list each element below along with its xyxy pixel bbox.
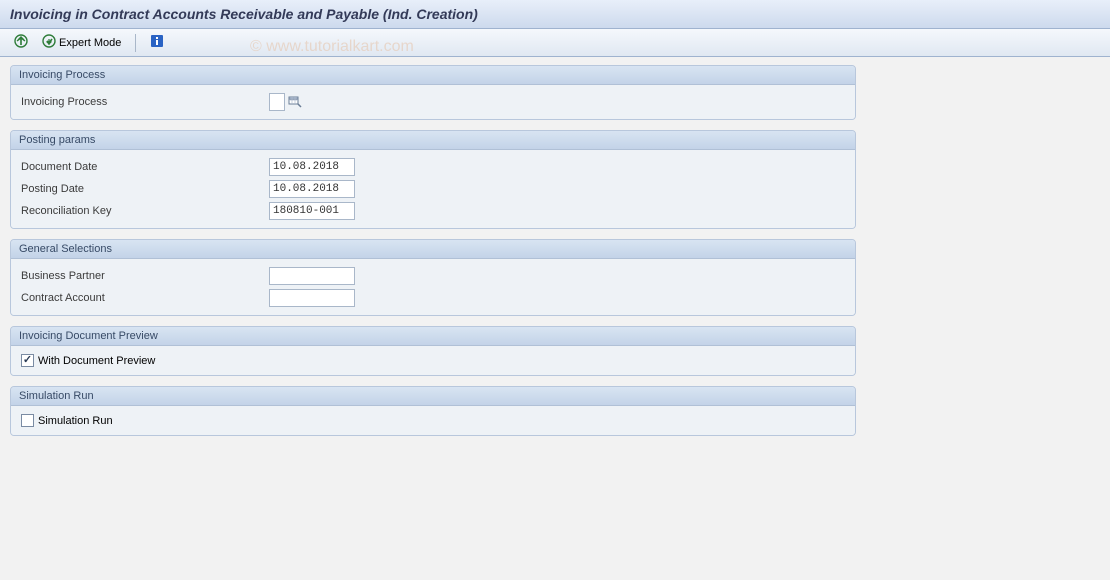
group-document-preview: Invoicing Document Preview With Document…: [10, 326, 856, 376]
group-header: Simulation Run: [11, 387, 855, 406]
group-header: Invoicing Process: [11, 66, 855, 85]
with-document-preview-checkbox[interactable]: [21, 354, 34, 367]
group-posting-params: Posting params Document Date Posting Dat…: [10, 130, 856, 229]
application-toolbar: Expert Mode: [0, 29, 1110, 57]
contract-account-input[interactable]: [269, 289, 355, 307]
document-date-label: Document Date: [19, 161, 269, 173]
execute-button[interactable]: [10, 31, 32, 54]
group-header: Posting params: [11, 131, 855, 150]
group-general-selections: General Selections Business Partner Cont…: [10, 239, 856, 316]
reconciliation-key-input[interactable]: [269, 202, 355, 220]
business-partner-label: Business Partner: [19, 270, 269, 282]
group-header: Invoicing Document Preview: [11, 327, 855, 346]
contract-account-label: Contract Account: [19, 292, 269, 304]
toolbar-separator: [135, 34, 136, 52]
expert-mode-button[interactable]: Expert Mode: [38, 31, 125, 54]
expert-mode-label: Expert Mode: [59, 37, 121, 49]
posting-date-input[interactable]: [269, 180, 355, 198]
field-row-invoicing-process: Invoicing Process: [19, 91, 847, 113]
invoicing-process-label: Invoicing Process: [19, 96, 269, 108]
page-title: Invoicing in Contract Accounts Receivabl…: [0, 0, 1110, 29]
with-document-preview-label: With Document Preview: [38, 355, 155, 367]
business-partner-input[interactable]: [269, 267, 355, 285]
matchcode-icon[interactable]: [287, 94, 303, 110]
group-header: General Selections: [11, 240, 855, 259]
posting-date-label: Posting Date: [19, 183, 269, 195]
expert-mode-icon: [42, 34, 56, 51]
simulation-run-checkbox[interactable]: [21, 414, 34, 427]
document-date-input[interactable]: [269, 158, 355, 176]
group-invoicing-process: Invoicing Process Invoicing Process: [10, 65, 856, 120]
content-area: Invoicing Process Invoicing Process: [0, 57, 1110, 454]
simulation-run-label: Simulation Run: [38, 415, 113, 427]
execute-icon: [14, 34, 28, 51]
group-simulation-run: Simulation Run Simulation Run: [10, 386, 856, 436]
info-icon: [150, 34, 164, 51]
invoicing-process-input[interactable]: [269, 93, 285, 111]
reconciliation-key-label: Reconciliation Key: [19, 205, 269, 217]
info-button[interactable]: [146, 31, 168, 54]
